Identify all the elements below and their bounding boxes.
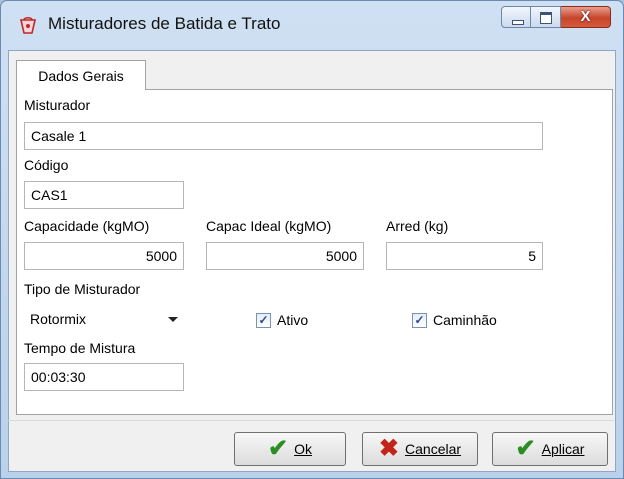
window-title: Misturadores de Batida e Trato (48, 14, 281, 33)
tab-dados-gerais[interactable]: Dados Gerais (16, 60, 146, 90)
codigo-input[interactable]: CAS1 (24, 181, 184, 209)
maximize-button[interactable] (531, 6, 561, 28)
ativo-checkbox[interactable]: ✓ Ativo (256, 312, 308, 328)
capac-ideal-input[interactable]: 5000 (206, 242, 364, 270)
tempo-mistura-input[interactable]: 00:03:30 (24, 363, 184, 391)
x-icon: ✖ (378, 435, 400, 462)
tipo-misturador-label: Tipo de Misturador (24, 281, 141, 297)
window-controls: X (501, 6, 611, 30)
capacidade-label: Capacidade (kgMO) (24, 218, 150, 234)
apply-button[interactable]: ✔ Aplicar (492, 432, 608, 466)
cancel-button[interactable]: ✖ Cancelar (362, 432, 478, 466)
ok-button[interactable]: ✔ Ok (234, 432, 346, 466)
cancel-label: Cancelar (405, 441, 462, 457)
capac-ideal-label: Capac Ideal (kgMO) (206, 218, 332, 234)
chevron-down-icon[interactable] (168, 317, 178, 322)
minimize-button[interactable] (501, 6, 531, 28)
tempo-mistura-label: Tempo de Mistura (24, 340, 136, 356)
close-icon: X (580, 8, 591, 25)
codigo-label: Código (24, 157, 69, 173)
misturador-input[interactable]: Casale 1 (24, 122, 543, 150)
tipo-misturador-select[interactable]: Rotormix (24, 306, 184, 332)
ativo-label: Ativo (277, 312, 309, 328)
footer-divider (8, 420, 614, 421)
misturador-label: Misturador (24, 97, 91, 113)
arred-input[interactable]: 5 (386, 242, 543, 270)
tipo-misturador-value: Rotormix (30, 311, 87, 327)
close-button[interactable]: X (561, 6, 611, 28)
arred-label: Arred (kg) (386, 218, 449, 234)
caminhao-label: Caminhão (433, 312, 497, 328)
caminhao-checkbox[interactable]: ✓ Caminhão (412, 312, 497, 328)
checkmark-icon: ✔ (515, 435, 536, 462)
minimize-icon (512, 20, 524, 25)
checkmark-icon: ✔ (268, 435, 289, 462)
capacidade-input[interactable]: 5000 (24, 242, 184, 270)
checkmark-icon[interactable]: ✓ (256, 312, 271, 328)
apply-label: Aplicar (541, 441, 585, 457)
title-bar[interactable]: Misturadores de Batida e Trato X (1, 1, 623, 51)
checkmark-icon[interactable]: ✓ (412, 312, 427, 328)
app-icon (18, 16, 38, 38)
maximize-icon (540, 12, 552, 24)
ok-label: Ok (294, 441, 312, 457)
